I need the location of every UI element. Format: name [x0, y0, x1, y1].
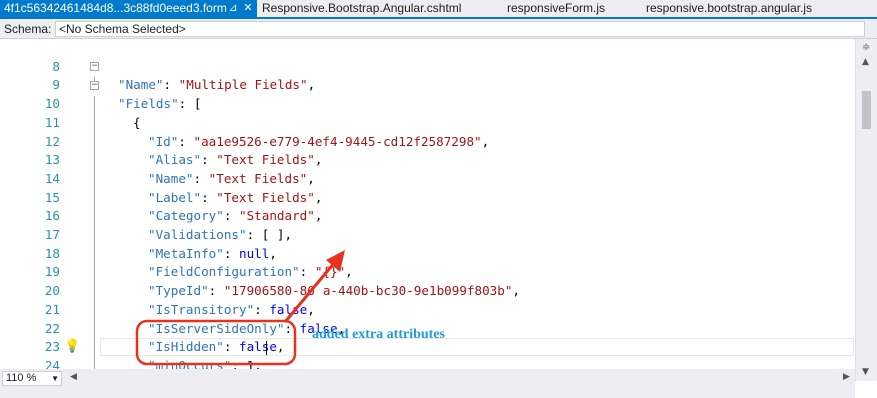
document-tab-strip: 4f1c56342461484d8...3c88fd0eeed3.form ⊿ …: [0, 0, 877, 19]
editor-bottom-bar: 110 % ▼ ◀ ▶: [0, 369, 855, 398]
scroll-down-icon[interactable]: ▼: [862, 367, 869, 377]
code-line: 10 {: [0, 76, 855, 130]
scroll-left-icon[interactable]: ◀: [70, 372, 77, 382]
tab-label: responsiveForm.js: [507, 1, 606, 15]
tab-label: 4f1c56342461484d8...3c88fd0eeed3.form: [4, 1, 227, 15]
code-line: 16 "Validations": [ ],: [0, 189, 855, 242]
code-line: 12 "Alias": "Text Fields",: [0, 114, 855, 168]
code-line: 21 "IsServerSideOnly": false,: [0, 282, 855, 336]
code-line: },: [0, 357, 855, 369]
zoom-dropdown[interactable]: 110 % ▼: [2, 371, 62, 386]
schema-dropdown[interactable]: <No Schema Selected>: [55, 21, 865, 37]
tab-label: responsive.bootstrap.angular.js: [646, 1, 813, 15]
scrollbar-thumb[interactable]: [862, 91, 871, 129]
tab-form-file[interactable]: 4f1c56342461484d8...3c88fd0eeed3.form ⊿ …: [0, 0, 257, 17]
code-line: 18 "FieldConfiguration": "{}",: [0, 226, 855, 280]
code-line: 8 "Name": "Multiple Fields",: [0, 39, 855, 93]
code-editor[interactable]: − − 💡 8 "Name": "Multiple Fields", 9 "Fi…: [0, 39, 855, 369]
tab-angular-js[interactable]: responsive.bootstrap.angular.js: [646, 0, 826, 17]
code-line: 17 "MetaInfo": null,: [0, 207, 855, 261]
code-line: 15 "Category": "Standard",: [0, 170, 855, 224]
scroll-up-icon[interactable]: ▲: [862, 57, 869, 67]
close-icon[interactable]: ✕: [242, 0, 254, 17]
code-line: 22 "IsHidden": false,: [0, 301, 855, 355]
horizontal-scrollbar[interactable]: [82, 373, 840, 383]
code-line: 19 "TypeId": "17906580-86 a-440b-bc30-9e1…: [0, 245, 855, 298]
scroll-right-icon[interactable]: ▶: [843, 372, 850, 382]
vertical-scrollbar[interactable]: ≑ ▲ ▼: [855, 39, 877, 381]
tab-label: Responsive.Bootstrap.Angular.cshtml: [262, 1, 462, 15]
tab-cshtml-file[interactable]: Responsive.Bootstrap.Angular.cshtml: [262, 0, 462, 17]
tab-responsiveform-js[interactable]: responsiveForm.js: [507, 0, 627, 17]
dropdown-icon[interactable]: ▼: [51, 372, 59, 385]
pin-icon[interactable]: ⊿: [226, 0, 240, 17]
code-line: 13 "Name": "Text Fields",: [0, 133, 855, 186]
annotation-label: added extra attributes: [312, 327, 445, 342]
code-line: 14 "Label": "Text Fields",: [0, 151, 855, 205]
code-line: 9 "Fields": [: [0, 58, 855, 111]
zoom-value: 110 %: [6, 372, 37, 384]
split-icon[interactable]: ≑: [862, 42, 870, 53]
schema-label: Schema:: [4, 22, 52, 36]
schema-bar: Schema: <No Schema Selected>: [0, 19, 877, 39]
text-caret: [266, 341, 267, 355]
code-line: 11 "Id": "aa1e9526-e779-4ef4-9445-cd12f2…: [0, 95, 855, 149]
code-line: 20 "IsTransitory": false,: [0, 263, 855, 317]
